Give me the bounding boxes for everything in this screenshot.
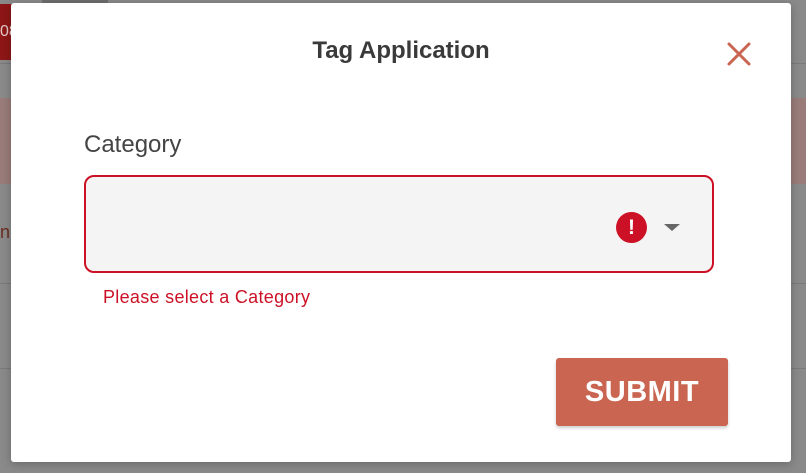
dialog-title: Tag Application — [312, 37, 490, 64]
background-link: n — [0, 222, 10, 242]
submit-button[interactable]: SUBMIT — [556, 358, 728, 426]
caret-down-icon[interactable] — [664, 224, 680, 231]
tag-application-dialog: Tag Application Category ! Please select… — [11, 3, 791, 462]
category-select[interactable]: ! — [84, 175, 714, 273]
close-icon — [727, 42, 751, 66]
close-button[interactable] — [724, 39, 754, 69]
exclamation-icon: ! — [616, 212, 647, 243]
category-label: Category — [84, 131, 182, 158]
category-error-message: Please select a Category — [103, 287, 311, 307]
